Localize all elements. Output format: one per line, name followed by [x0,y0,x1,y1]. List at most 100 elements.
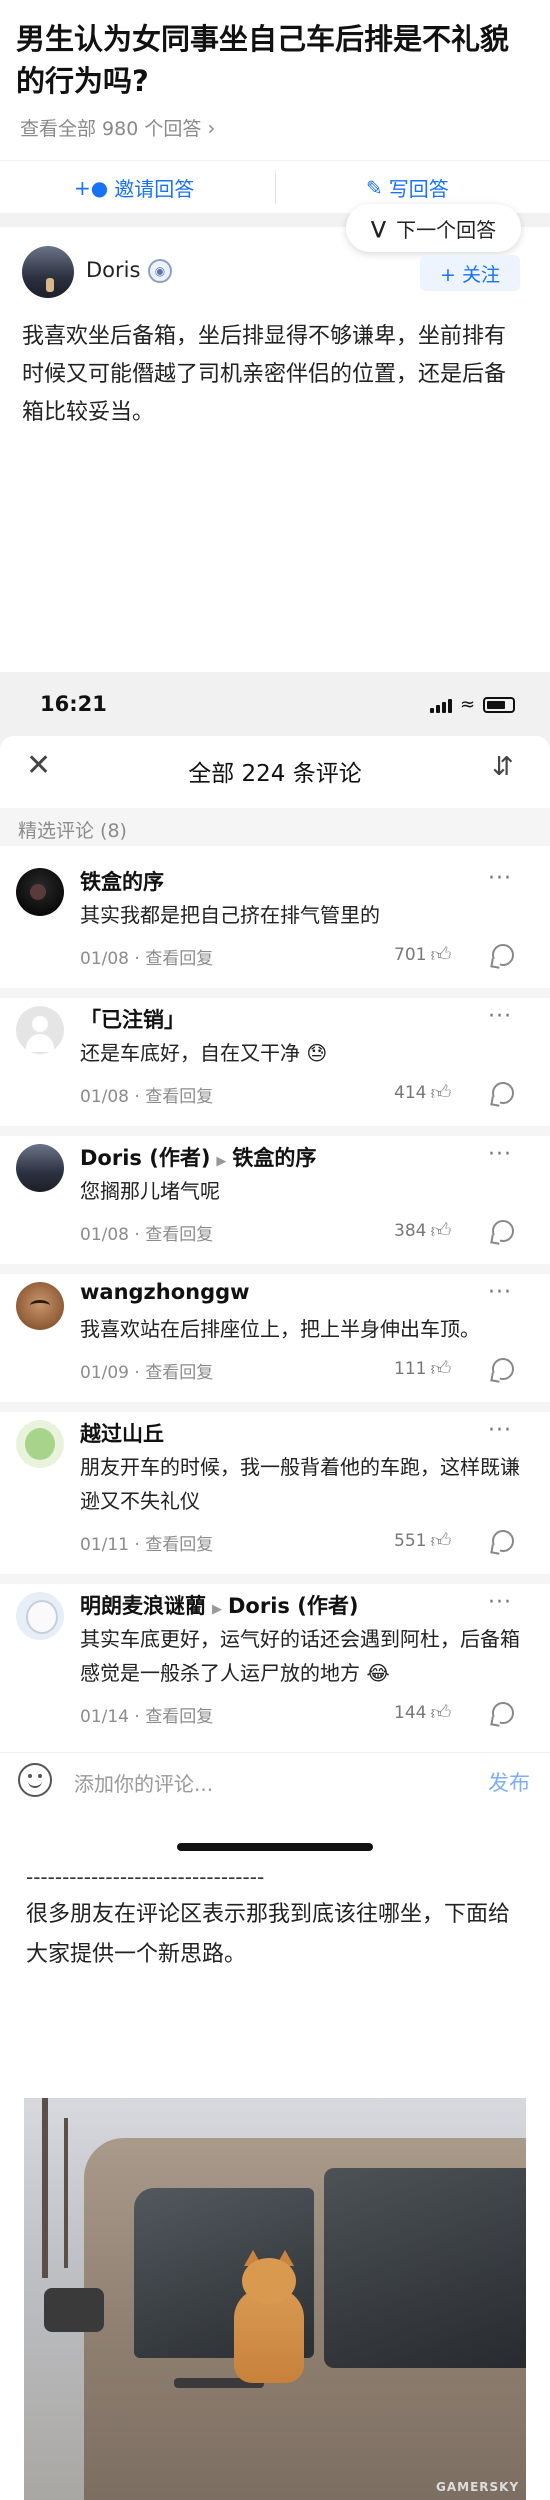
invite-answer-button[interactable]: +● 邀请回答 [74,173,194,202]
like-button[interactable]: 384 👍︎ [394,1218,451,1243]
view-replies-link[interactable]: 查看回复 [145,1535,213,1555]
person-plus-icon: +● [74,175,109,200]
comment-bubble-icon[interactable] [492,944,514,966]
comment-avatar[interactable] [16,1144,64,1192]
comment-meta: 01/09 · 查看回复 [80,1363,214,1383]
comment-separator [0,1402,550,1412]
cat-on-car-photo [24,2098,526,2500]
like-button[interactable]: 414 👍︎ [394,1080,451,1105]
like-button[interactable]: 701 👍︎ [394,942,451,967]
invite-answer-label: 邀请回答 [114,177,195,201]
thumb-up-icon: 👍︎ [430,1700,452,1724]
watermark: GAMERSKY [436,2480,520,2494]
comment-meta: 01/08 · 查看回复 [80,1087,214,1107]
comment-input[interactable]: 添加你的评论... [74,1768,213,1797]
more-dots-icon[interactable]: ··· [488,1142,512,1167]
thumb-up-icon: 👍︎ [430,1080,452,1104]
comment-separator [0,1574,550,1584]
comment-bubble-icon[interactable] [492,1082,514,1104]
comment-author[interactable]: 越过山丘 [80,1418,164,1448]
comment-author[interactable]: 「已注销」 [80,1004,185,1034]
more-dots-icon[interactable]: ··· [488,1418,512,1443]
like-button[interactable]: 144 👍︎ [394,1700,451,1725]
reply-arrow-icon: ▶ [212,1602,222,1617]
more-dots-icon[interactable]: ··· [488,1590,512,1615]
like-count: 414 [394,1082,427,1103]
comment-bubble-icon[interactable] [492,1220,514,1242]
question-title: 男生认为女同事坐自己车后排是不礼貌的行为吗? [16,22,510,98]
verified-badge-icon: ◉ [148,259,172,283]
wifi-icon: ≈ [460,694,476,715]
comment-bubble-icon[interactable] [492,1530,514,1552]
comment-text: 还是车底好，自在又干净 😓 [80,1041,328,1065]
author-name[interactable]: Doris [86,258,140,282]
like-button[interactable]: 551 👍︎ [394,1528,451,1553]
home-indicator [177,1843,373,1851]
more-dots-icon[interactable]: ··· [488,1004,512,1029]
emoji-icon[interactable] [18,1763,52,1797]
more-dots-icon[interactable]: ··· [488,1280,512,1305]
comment-text: 其实车底更好，运气好的话还会遇到阿杜，后备箱感觉是一般杀了人运尸放的地方 😂 [80,1627,520,1685]
comment-bubble-icon[interactable] [492,1702,514,1724]
comment-author[interactable]: wangzhonggw [80,1280,250,1304]
comment-separator [0,988,550,998]
comment-separator [0,1264,550,1274]
like-button[interactable]: 111 👍︎ [394,1356,451,1381]
view-replies-link[interactable]: 查看回复 [145,1225,213,1245]
comment-avatar[interactable] [16,1592,64,1640]
comment-author[interactable]: Doris (作者) ▶ 铁盒的序 [80,1142,316,1172]
battery-icon [483,696,516,713]
comment-meta: 01/11 · 查看回复 [80,1535,214,1555]
thumb-up-icon: 👍︎ [430,1528,452,1552]
cat-figure [224,2250,314,2388]
comment-author[interactable]: 明朗麦浪谜藺 ▶ Doris (作者) [80,1590,358,1620]
like-count: 384 [394,1220,427,1241]
view-all-label: 查看全部 980 个回答 [20,118,202,140]
comment-avatar[interactable] [16,868,64,916]
divider-dashes: --------------------------------- [26,1865,265,1889]
comment-avatar[interactable] [16,1420,64,1468]
comment-text: 其实我都是把自己挤在排气管里的 [80,903,380,927]
signal-icon [430,697,452,713]
thumb-up-icon: 👍︎ [430,942,452,966]
next-answer-label: 下一个回答 [396,217,497,242]
comment-text: 朋友开车的时候，我一般背着他的车跑，这样既谦逊又不失礼仪 [80,1455,520,1513]
action-divider [275,170,276,204]
comment-separator [0,1126,550,1136]
next-answer-button[interactable]: ⋁ 下一个回答 [346,204,521,252]
more-dots-icon[interactable]: ··· [488,866,512,891]
answer-text: 我喜欢坐后备箱，坐后排显得不够谦卑，坐前排有时候又可能僭越了司机亲密伴侣的位置，… [22,324,507,425]
comment-author[interactable]: 铁盒的序 [80,866,164,896]
featured-section-label: 精选评论 (8) [18,820,127,842]
reply-arrow-icon: ▶ [216,1154,227,1169]
view-replies-link[interactable]: 查看回复 [145,1707,213,1727]
view-replies-link[interactable]: 查看回复 [145,949,213,969]
sort-icon[interactable]: ⇵ [492,752,514,782]
comment-meta: 01/08 · 查看回复 [80,1225,214,1245]
comment-text: 我喜欢站在后排座位上，把上半身伸出车顶。 [80,1317,480,1341]
status-icons: ≈ [430,694,516,715]
comment-meta: 01/14 · 查看回复 [80,1707,214,1727]
write-answer-button[interactable]: ✎ 写回答 [366,173,449,202]
comment-avatar[interactable] [16,1006,64,1054]
thumb-up-icon: 👍︎ [430,1218,452,1242]
comment-text: 您搁那儿堵气呢 [80,1179,220,1203]
like-count: 144 [394,1702,427,1723]
thumb-up-icon: 👍︎ [430,1356,452,1380]
write-answer-label: 写回答 [388,177,449,201]
view-replies-link[interactable]: 查看回复 [145,1087,213,1107]
follow-button[interactable]: + 关注 [420,255,520,291]
status-time: 16:21 [40,692,107,716]
comment-meta: 01/08 · 查看回复 [80,949,214,969]
author-avatar[interactable] [22,246,74,298]
comment-bubble-icon[interactable] [492,1358,514,1380]
like-count: 701 [394,944,427,965]
double-chevron-down-icon: ⋁ [370,217,387,239]
like-count: 111 [394,1358,427,1379]
view-all-answers-link[interactable]: 查看全部 980 个回答 › [20,114,215,141]
comments-panel-title: 全部 224 条评论 [188,761,362,787]
publish-button[interactable]: 发布 [488,1767,530,1797]
comment-avatar[interactable] [16,1282,64,1330]
edit-icon: ✎ [366,175,383,200]
view-replies-link[interactable]: 查看回复 [145,1363,213,1383]
